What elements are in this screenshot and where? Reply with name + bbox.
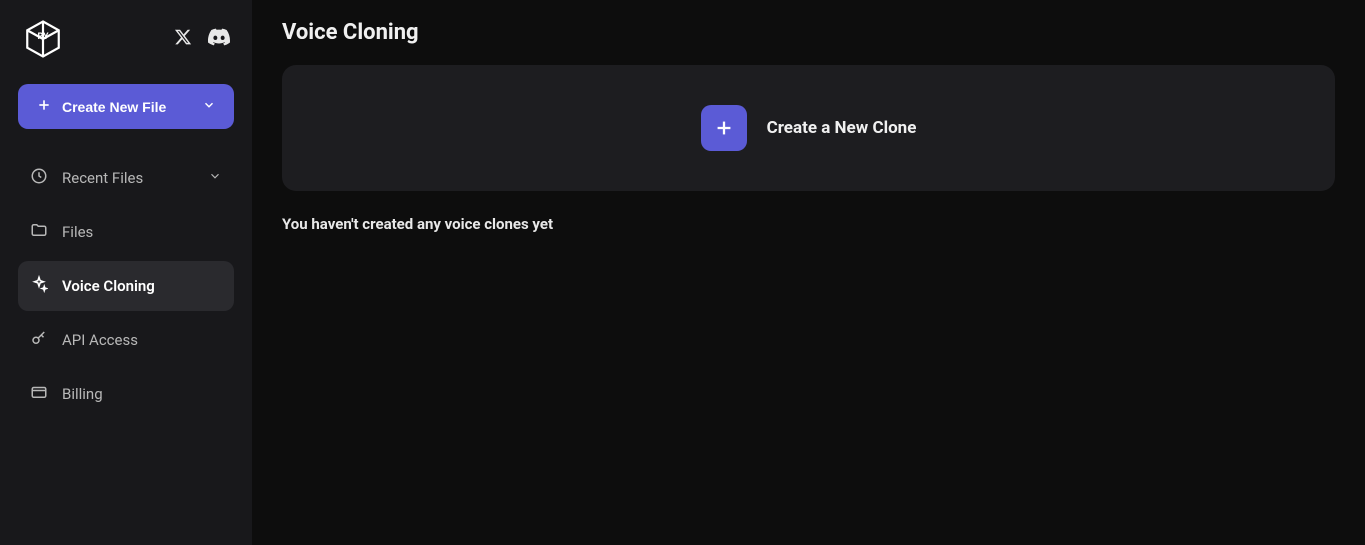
sidebar-item-recent-files[interactable]: Recent Files <box>18 153 234 203</box>
page-title: Voice Cloning <box>282 20 1335 45</box>
sidebar-item-label: API Access <box>62 331 138 349</box>
sidebar-item-label: Billing <box>62 385 103 403</box>
sidebar-item-voice-cloning[interactable]: Voice Cloning <box>18 261 234 311</box>
sidebar: PY Create New File Recent Files <box>0 0 252 545</box>
main-content: Voice Cloning Create a New Clone You hav… <box>252 0 1365 545</box>
key-icon <box>30 329 48 351</box>
create-new-file-label: Create New File <box>62 99 166 115</box>
card-icon <box>30 383 48 405</box>
sparkle-icon <box>30 275 48 297</box>
sidebar-item-files[interactable]: Files <box>18 207 234 257</box>
svg-text:PY: PY <box>37 32 49 42</box>
sidebar-item-billing[interactable]: Billing <box>18 369 234 419</box>
clock-icon <box>30 167 48 189</box>
chevron-down-icon <box>208 169 222 187</box>
empty-state-message: You haven't created any voice clones yet <box>282 215 1335 233</box>
sidebar-item-api-access[interactable]: API Access <box>18 315 234 365</box>
social-icons <box>174 26 230 52</box>
sidebar-header: PY <box>18 18 234 60</box>
folder-icon <box>30 221 48 243</box>
sidebar-nav: Recent Files Files Voice Cloning API Acc… <box>18 153 234 419</box>
sidebar-item-label: Recent Files <box>62 169 143 187</box>
sidebar-item-label: Files <box>62 223 93 241</box>
create-new-file-button[interactable]: Create New File <box>18 84 234 129</box>
app-logo[interactable]: PY <box>22 18 64 60</box>
plus-icon <box>701 105 747 151</box>
sidebar-item-label: Voice Cloning <box>62 277 155 295</box>
create-clone-label: Create a New Clone <box>767 118 917 138</box>
plus-icon <box>36 97 52 116</box>
chevron-down-icon <box>202 98 216 115</box>
create-clone-button[interactable]: Create a New Clone <box>282 65 1335 191</box>
x-twitter-icon[interactable] <box>174 28 192 50</box>
discord-icon[interactable] <box>208 26 230 52</box>
